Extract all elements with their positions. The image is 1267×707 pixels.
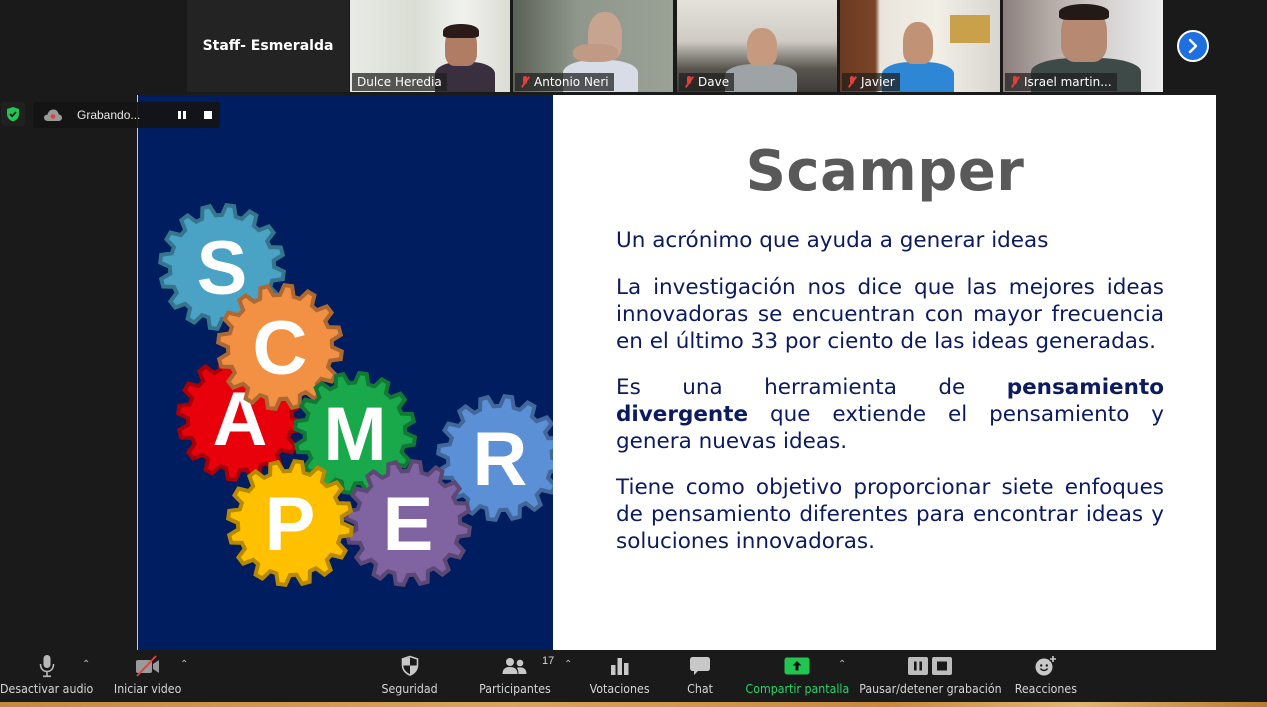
slide-paragraph: Un acrónimo que ayuda a generar ideas <box>616 228 1049 253</box>
meeting-toolbar: Desactivar audio ⌃ Iniciar video ⌃ Segur… <box>0 650 1267 702</box>
start-video-label: Iniciar video <box>114 682 182 696</box>
smiley-add-icon <box>1035 656 1056 676</box>
gear-letter: E <box>383 482 434 567</box>
security-label: Seguridad <box>381 682 439 696</box>
pause-recording-button[interactable] <box>175 108 189 122</box>
next-participants-button[interactable] <box>1177 30 1209 62</box>
recording-status-label: Grabando... <box>77 108 141 122</box>
participants-options-caret[interactable]: ⌃ <box>564 659 572 670</box>
scamper-gears-graphic: SACM REP <box>158 203 553 587</box>
meeting-security-badge[interactable] <box>1 102 25 126</box>
shield-icon <box>401 655 419 676</box>
participant-nametag: Israel martin... <box>1005 73 1117 91</box>
chat-label: Chat <box>687 682 713 696</box>
gear-letter: C <box>253 306 308 391</box>
polls-button[interactable]: Votaciones <box>588 650 652 702</box>
host-tile[interactable]: Staff- Esmeralda <box>187 0 349 92</box>
participant-nametag: Javier <box>842 73 900 91</box>
cloud-record-icon <box>43 108 63 122</box>
participant-nametag: Dave <box>679 73 735 91</box>
video-tile-javier[interactable]: Javier <box>840 0 1000 92</box>
stop-recording-button[interactable] <box>201 108 215 122</box>
reactions-button[interactable]: Reacciones <box>1013 650 1079 702</box>
muted-mic-icon <box>1010 76 1020 88</box>
slide-paragraph: Es una herramienta de pensamiento diverg… <box>616 375 1164 454</box>
reactions-label: Reacciones <box>1014 682 1078 696</box>
participant-nametag: Dulce Heredia <box>352 73 447 91</box>
participant-nametag: Antonio Neri <box>515 73 614 91</box>
gear-letter: M <box>323 392 386 477</box>
slide-paragraph: La investigación nos dice que las mejore… <box>616 275 1164 354</box>
participants-label: Participantes <box>479 682 551 696</box>
recording-indicator: Grabando... <box>33 102 220 128</box>
slide-graphic-panel: SACMREP <box>138 95 553 650</box>
video-tile-dulce[interactable]: Dulce Heredia <box>350 0 510 92</box>
video-tile-israel[interactable]: Israel martin... <box>1003 0 1163 92</box>
muted-mic-icon <box>847 76 857 88</box>
pause-stop-recording-label: Pausar/detener grabación <box>858 682 1002 696</box>
stop-icon <box>204 111 212 119</box>
pause-stop-recording-button[interactable]: Pausar/detener grabación <box>859 650 1001 702</box>
shared-screen: SACMREP Scamper Un acrónimo que ayuda a … <box>137 95 1216 650</box>
share-screen-label: Compartir pantalla <box>745 682 849 696</box>
audio-options-caret[interactable]: ⌃ <box>82 659 90 670</box>
pause-icon <box>178 111 186 119</box>
video-off-icon <box>136 655 159 677</box>
slide-text-panel: Scamper Un acrónimo que ayuda a generar … <box>554 95 1216 650</box>
microphone-icon <box>39 655 55 678</box>
polls-label: Votaciones <box>590 682 651 696</box>
host-tile-name: Staff- Esmeralda <box>202 38 334 54</box>
security-button[interactable]: Seguridad <box>378 650 442 702</box>
share-screen-icon <box>784 657 810 675</box>
participants-button[interactable]: 17 Participantes <box>478 650 555 702</box>
video-options-caret[interactable]: ⌃ <box>180 659 188 670</box>
pause-stop-icon <box>908 657 952 675</box>
video-tile-dave[interactable]: Dave <box>677 0 837 92</box>
slide-paragraph: Tiene como objetivo proporcionar siete e… <box>616 475 1164 554</box>
video-tile-antonio[interactable]: Antonio Neri <box>513 0 673 92</box>
muted-mic-icon <box>520 76 530 88</box>
os-taskbar-edge <box>0 702 1267 707</box>
share-screen-button[interactable]: Compartir pantalla <box>745 650 849 702</box>
video-strip: Staff- Esmeralda Dulce Heredia Antonio N… <box>0 0 1267 93</box>
share-options-caret[interactable]: ⌃ <box>838 659 846 670</box>
mute-audio-button[interactable]: Desactivar audio <box>0 650 94 702</box>
slide-title: Scamper <box>745 139 1025 204</box>
chat-bubble-icon <box>690 657 710 675</box>
gear-letter: R <box>473 417 528 502</box>
participants-icon <box>502 658 527 674</box>
chevron-right-icon <box>1188 38 1198 54</box>
gear-letter: P <box>265 482 316 567</box>
chat-button[interactable]: Chat <box>680 650 720 702</box>
slide-body: Un acrónimo que ayuda a generar ideas La… <box>616 227 1164 574</box>
bar-chart-icon <box>611 658 629 675</box>
mute-audio-label: Desactivar audio <box>0 682 94 696</box>
participant-count: 17 <box>542 655 555 667</box>
shield-check-icon <box>7 107 19 122</box>
start-video-button[interactable]: Iniciar video <box>112 650 184 702</box>
muted-mic-icon <box>684 76 694 88</box>
